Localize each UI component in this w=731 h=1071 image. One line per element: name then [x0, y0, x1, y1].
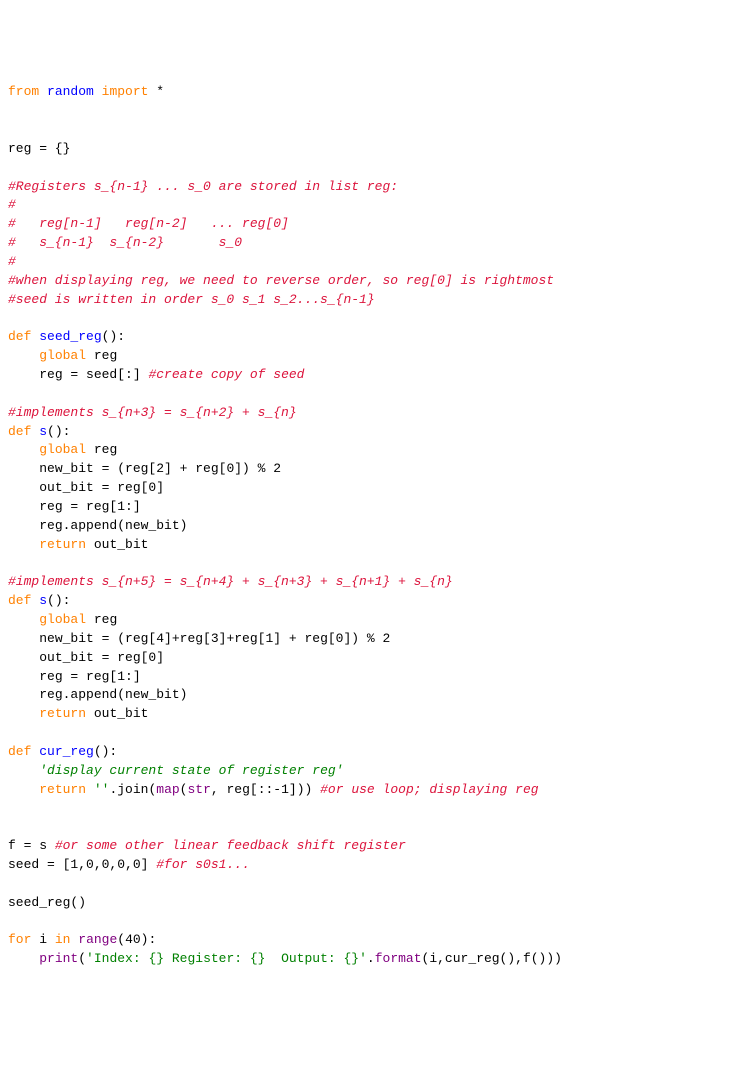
kw-import: import	[102, 84, 149, 99]
ident-reg: reg	[94, 348, 117, 363]
comment: #seed is written in order s_0 s_1 s_2...…	[8, 292, 375, 307]
builtin-str: str	[187, 782, 210, 797]
kw-global: global	[39, 348, 86, 363]
parens: ():	[47, 424, 70, 439]
comment: #implements s_{n+5} = s_{n+4} + s_{n+3} …	[8, 574, 453, 589]
line-outbit2: out_bit = reg[0]	[39, 650, 164, 665]
kw-from: from	[8, 84, 39, 99]
join-call: .join(	[109, 782, 156, 797]
kw-return: return	[39, 706, 86, 721]
kw-global: global	[39, 442, 86, 457]
line-newbit2: new_bit = (reg[4]+reg[3]+reg[1] + reg[0]…	[39, 631, 390, 646]
line-copy-seed: reg = seed[:]	[39, 367, 140, 382]
comment: #for s0s1...	[156, 857, 250, 872]
ret-outbit: out_bit	[94, 537, 149, 552]
fmt-args: (i,cur_reg(),f()))	[422, 951, 562, 966]
comment: #Registers s_{n-1} ... s_0 are stored in…	[8, 179, 398, 194]
line-seed: seed = [1,0,0,0,0]	[8, 857, 148, 872]
str-empty: ''	[94, 782, 110, 797]
mod-random: random	[47, 84, 94, 99]
line-outbit: out_bit = reg[0]	[39, 480, 164, 495]
builtin-map: map	[156, 782, 179, 797]
comment: #or use loop; displaying reg	[320, 782, 538, 797]
code-block: from random import * reg = {} #Registers…	[8, 83, 723, 969]
parens: ():	[47, 593, 70, 608]
comment: # reg[n-1] reg[n-2] ... reg[0]	[8, 216, 289, 231]
line-reg-init: reg = {}	[8, 141, 70, 156]
kw-return: return	[39, 537, 86, 552]
kw-def: def	[8, 424, 31, 439]
kw-return: return	[39, 782, 86, 797]
paren: (	[78, 951, 86, 966]
ident-reg: reg	[94, 442, 117, 457]
comment: # s_{n-1} s_{n-2} s_0	[8, 235, 242, 250]
star: *	[156, 84, 164, 99]
ident-i: i	[39, 932, 47, 947]
comment: #	[8, 254, 16, 269]
builtin-format: format	[375, 951, 422, 966]
fn-seed_reg: seed_reg	[39, 329, 101, 344]
call-seed_reg: seed_reg()	[8, 895, 86, 910]
comment: #when displaying reg, we need to reverse…	[8, 273, 554, 288]
range-arg: (40):	[117, 932, 156, 947]
fn-s1: s	[39, 424, 47, 439]
comment: #create copy of seed	[148, 367, 304, 382]
ident-reg: reg	[94, 612, 117, 627]
comment: #or some other linear feedback shift reg…	[55, 838, 406, 853]
kw-global: global	[39, 612, 86, 627]
kw-def: def	[8, 329, 31, 344]
parens: ():	[94, 744, 117, 759]
builtin-print: print	[39, 951, 78, 966]
dot: .	[367, 951, 375, 966]
fn-s2: s	[39, 593, 47, 608]
ret-outbit2: out_bit	[94, 706, 149, 721]
slice: , reg[::-1]))	[211, 782, 312, 797]
comment: #	[8, 197, 16, 212]
line-append: reg.append(new_bit)	[39, 518, 187, 533]
line-f-eq-s: f = s	[8, 838, 47, 853]
fn-cur_reg: cur_reg	[39, 744, 94, 759]
parens: ():	[102, 329, 125, 344]
line-shift: reg = reg[1:]	[39, 499, 140, 514]
line-append2: reg.append(new_bit)	[39, 687, 187, 702]
builtin-range: range	[78, 932, 117, 947]
str-fmt: 'Index: {} Register: {} Output: {}'	[86, 951, 367, 966]
docstring: 'display current state of register reg'	[39, 763, 343, 778]
line-shift2: reg = reg[1:]	[39, 669, 140, 684]
comment: #implements s_{n+3} = s_{n+2} + s_{n}	[8, 405, 297, 420]
kw-def: def	[8, 593, 31, 608]
line-newbit: new_bit = (reg[2] + reg[0]) % 2	[39, 461, 281, 476]
kw-in: in	[55, 932, 71, 947]
kw-def: def	[8, 744, 31, 759]
kw-for: for	[8, 932, 31, 947]
